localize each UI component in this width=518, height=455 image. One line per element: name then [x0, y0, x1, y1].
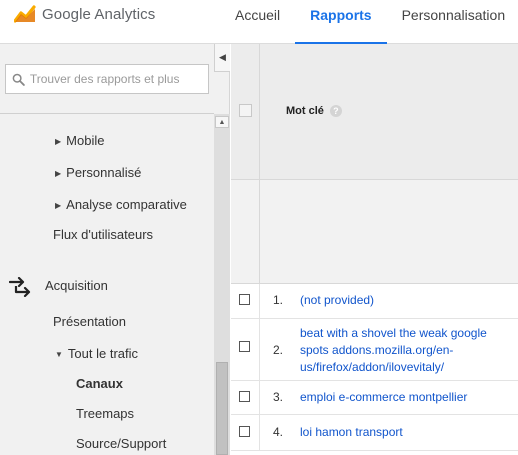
row-number: 1. — [273, 293, 284, 307]
row-checkbox[interactable] — [239, 391, 250, 402]
sidebar-item-label: Tout le trafic — [67, 346, 139, 361]
arrow-up-icon: ▲ — [218, 118, 226, 126]
top-header: Google Analytics Accueil Rapports Person… — [0, 0, 518, 45]
collapse-sidebar-button[interactable]: ◀ — [214, 44, 230, 72]
analytics-logo-icon — [14, 5, 36, 23]
sidebar-item-label: Mobile — [66, 133, 105, 148]
report-table: Mot clé? 1. (not provided) 2. beat with … — [231, 44, 518, 455]
row-checkbox[interactable] — [239, 341, 250, 352]
chevron-left-icon: ◀ — [219, 52, 226, 62]
caret-down-icon: ▼ — [55, 350, 63, 359]
tab-personnalisation[interactable]: Personnalisation — [387, 0, 518, 44]
row-number: 4. — [273, 425, 284, 439]
sidebar-item-presentation[interactable]: Présentation — [53, 314, 126, 329]
sidebar-item-mobile[interactable]: ▶ Mobile — [55, 133, 104, 148]
sidebar-item-canaux[interactable]: Canaux — [76, 376, 123, 391]
sidebar-item-label: Personnalisé — [66, 165, 142, 180]
keyword-link[interactable]: (not provided) — [300, 292, 512, 309]
sidebar-item-analyse-comparative[interactable]: ▶ Analyse comparative — [55, 197, 187, 212]
sidebar-item-flux-utilisateurs[interactable]: Flux d'utilisateurs — [53, 227, 153, 242]
column-header-label: Mot clé — [286, 105, 324, 117]
main-nav: Accueil Rapports Personnalisation — [220, 0, 518, 45]
summary-row — [231, 180, 518, 284]
caret-right-icon: ▶ — [55, 169, 62, 178]
row-checkbox-cell — [231, 319, 260, 380]
row-number: 2. — [273, 343, 284, 357]
row-checkbox[interactable] — [239, 426, 250, 437]
tab-accueil[interactable]: Accueil — [220, 0, 295, 44]
column-header-mot-cle[interactable]: Mot clé? — [286, 105, 342, 117]
sidebar-item-label: Acquisition — [45, 278, 108, 293]
table-row: 3. emploi e-commerce montpellier — [231, 381, 518, 415]
select-all-checkbox[interactable] — [239, 104, 252, 117]
table-row: 4. loi hamon transport — [231, 415, 518, 451]
header-checkbox-cell — [231, 44, 260, 180]
keyword-link[interactable]: beat with a shovel the weak google spots… — [300, 325, 512, 376]
help-icon[interactable]: ? — [329, 105, 342, 117]
row-number: 3. — [273, 390, 284, 404]
acquisition-icon — [9, 277, 31, 297]
tab-rapports[interactable]: Rapports — [295, 0, 388, 45]
search-icon — [12, 73, 25, 86]
scroll-thumb[interactable] — [216, 362, 228, 455]
sidebar: ◀ ▶ Mobile ▶ Personnalisé ▶ Analyse compara… — [0, 44, 230, 455]
caret-right-icon: ▶ — [55, 201, 62, 210]
app-name: Google Analytics — [42, 5, 156, 23]
sidebar-scrollbar[interactable]: ▲ — [214, 114, 230, 455]
keyword-link[interactable]: loi hamon transport — [300, 424, 512, 441]
sidebar-item-personnalise[interactable]: ▶ Personnalisé — [55, 165, 141, 180]
table-row: 2. beat with a shovel the weak google sp… — [231, 319, 518, 381]
keyword-link[interactable]: emploi e-commerce montpellier — [300, 389, 512, 406]
search-box[interactable] — [5, 64, 209, 94]
scroll-up-button[interactable]: ▲ — [215, 116, 229, 128]
search-area — [0, 44, 214, 114]
sidebar-item-treemaps[interactable]: Treemaps — [76, 406, 134, 421]
sidebar-item-source-support[interactable]: Source/Support — [76, 436, 166, 451]
sidebar-item-tout-le-trafic[interactable]: ▼ Tout le trafic — [55, 346, 138, 361]
caret-right-icon: ▶ — [55, 137, 62, 146]
report-menu: ▶ Mobile ▶ Personnalisé ▶ Analyse comparati… — [0, 114, 214, 455]
table-header: Mot clé? — [231, 44, 518, 180]
row-checkbox[interactable] — [239, 294, 250, 305]
sidebar-item-label: Analyse comparative — [66, 197, 187, 212]
analytics-logo[interactable]: Google Analytics — [14, 4, 155, 24]
row-checkbox-cell — [231, 284, 260, 318]
row-checkbox-cell — [231, 415, 260, 450]
table-row: 1. (not provided) — [231, 284, 518, 319]
row-checkbox-cell — [231, 381, 260, 414]
search-input[interactable] — [29, 72, 208, 86]
summary-checkbox-cell — [231, 180, 260, 284]
